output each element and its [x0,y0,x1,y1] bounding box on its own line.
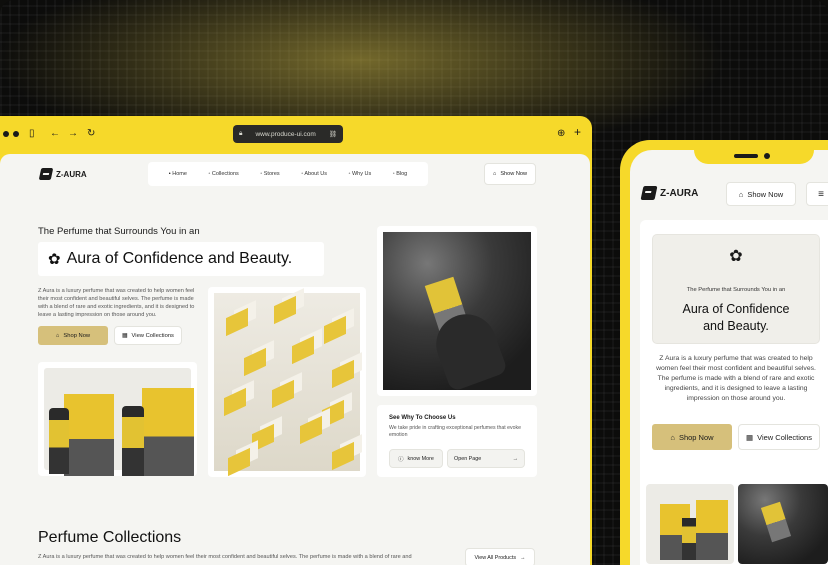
forward-arrow-icon[interactable]: → [68,128,78,140]
nav-blog[interactable]: Blog [393,171,407,177]
phone-frame: Z-AURA ⌂ Show Now ≡ ✿ The Perfume that S… [620,140,828,565]
address-bar[interactable]: 🔒︎ www.produce-ui.com ⛓︎ [233,125,343,143]
show-now-label: Show Now [500,171,528,177]
browser-window: ▯ ← → ↻ 🔒︎ www.produce-ui.com ⛓︎ ⊕ + Z-A… [0,116,592,565]
hero-title: Aura of Confidence and Beauty. [66,250,293,267]
perfume-bottles-image [44,368,194,476]
flower-icon: ✿ [729,248,743,265]
z-logo-icon [38,168,54,180]
product-image-card[interactable] [38,362,197,476]
know-more-button[interactable]: ⓘ know More [389,449,443,468]
window-dot-icon[interactable] [3,131,9,137]
link-icon[interactable]: ⛓︎ [329,130,337,138]
flower-icon: ✿ [48,250,61,268]
nav-home[interactable]: Home [169,171,187,177]
menu-button[interactable]: ≡ [806,182,828,206]
phone-screen: Z-AURA ⌂ Show Now ≡ ✿ The Perfume that S… [630,150,828,565]
reload-icon[interactable]: ↻ [87,128,95,140]
nav-why-us[interactable]: Why Us [348,171,371,177]
browser-toolbar: ▯ ← → ↻ 🔒︎ www.produce-ui.com ⛓︎ ⊕ + [0,116,592,154]
download-icon[interactable]: ⊕ [557,128,565,140]
phone-hero-subtitle: The Perfume that Surrounds You in an [686,287,786,293]
view-all-products-button[interactable]: View All Products → [465,548,535,565]
why-text: We take pride in crafting exceptional pe… [389,425,521,438]
bag-icon: ⌂ [492,171,497,177]
open-page-button[interactable]: Open Page → [447,449,525,468]
main-nav: Home Collections Stores About Us Why Us … [148,162,428,186]
hero-title-box: ✿ Aura of Confidence and Beauty. [38,242,324,276]
why-choose-us-card: See Why To Choose Us We take pride in cr… [377,405,537,477]
show-now-button[interactable]: ⌂ Show Now [484,163,536,185]
phone-bottles-image[interactable] [646,484,734,564]
phone-title-line1: Aura of Confidence [682,302,790,316]
why-title: See Why To Choose Us [389,415,456,421]
arrow-right-icon: → [520,554,526,561]
phone-notch [694,150,814,164]
phone-show-now-button[interactable]: ⌂ Show Now [726,182,796,206]
lock-icon: 🔒︎ [239,130,243,137]
phone-shop-now-button[interactable]: ⌂ Shop Now [652,424,732,450]
hand-image-card[interactable] [377,226,537,396]
know-more-label: know More [407,455,434,462]
grid-icon: ▦ [122,332,128,339]
phone-view-collections-label: View Collections [757,432,812,442]
phone-hero-title: Aura of Confidence and Beauty. [653,301,819,335]
shop-now-button[interactable]: ⌂ Shop Now [38,326,108,345]
shop-now-label: Shop Now [63,332,91,339]
nav-about-us[interactable]: About Us [301,171,327,177]
isometric-boxes-image [214,293,360,477]
web-page: Z-AURA Home Collections Stores About Us … [0,154,590,565]
nav-collections[interactable]: Collections [208,171,239,177]
view-all-label: View All Products [474,554,517,561]
brand-name: Z-AURA [56,169,87,179]
boxes-image-card[interactable] [208,287,366,477]
brand-logo[interactable]: Z-AURA [38,168,87,180]
collections-description: Z Aura is a luxury perfume that was crea… [38,554,412,560]
phone-shop-now-label: Shop Now [678,432,714,442]
url-text: www.produce-ui.com [255,130,316,138]
window-dot-icon[interactable] [13,131,19,137]
z-logo-icon [640,186,658,200]
view-collections-label: View Collections [131,332,174,339]
phone-brand-logo[interactable]: Z-AURA [640,186,699,200]
phone-view-collections-button[interactable]: ▦ View Collections [738,424,820,450]
view-collections-button[interactable]: ▦ View Collections [114,326,182,345]
grid-icon: ▦ [746,432,754,442]
phone-hand-image[interactable] [738,484,828,564]
hero-subtitle: The Perfume that Surrounds You in an [38,226,200,237]
open-page-label: Open Page [454,455,482,462]
bag-icon: ⌂ [738,189,744,199]
new-tab-icon[interactable]: + [574,126,581,138]
bag-icon: ⌂ [670,432,675,442]
phone-brand-name: Z-AURA [660,187,699,199]
phone-hero-title-box: ✿ The Perfume that Surrounds You in an A… [652,234,820,344]
phone-show-now-label: Show Now [747,189,784,199]
sidebar-toggle-icon[interactable]: ▯ [29,128,35,140]
arrow-right-icon: → [512,455,518,462]
phone-title-line2: and Beauty. [703,319,769,333]
nav-stores[interactable]: Stores [260,171,280,177]
hand-holding-perfume-image [383,232,531,393]
bag-icon: ⌂ [55,332,60,339]
back-arrow-icon[interactable]: ← [50,128,60,140]
hamburger-icon: ≡ [818,188,824,200]
phone-gallery-card [640,470,828,565]
phone-hero-description: Z Aura is a luxury perfume that was crea… [656,355,816,402]
collections-title: Perfume Collections [38,529,182,546]
hero-description: Z Aura is a luxury perfume that was crea… [38,288,195,318]
info-icon: ⓘ [398,456,404,463]
